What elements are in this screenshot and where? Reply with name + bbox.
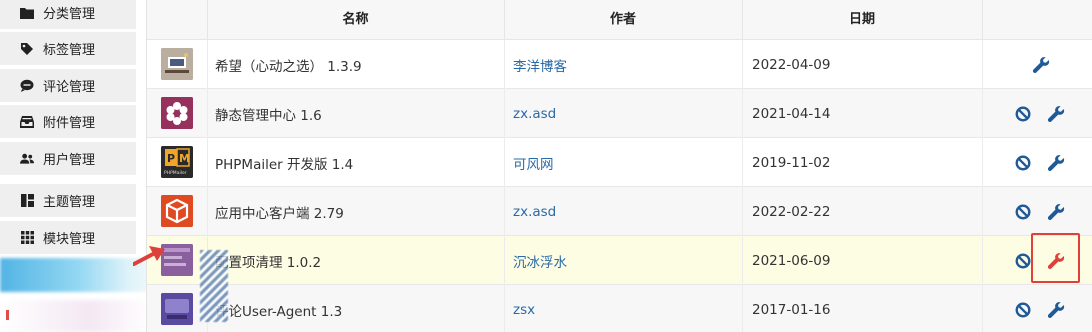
disable-icon[interactable] xyxy=(1014,105,1032,123)
comment-icon xyxy=(20,79,34,93)
blurred-overlay xyxy=(200,250,228,322)
table-row: 希望（心动之选） 1.3.9 李洋博客 2022-04-09 xyxy=(147,40,1092,89)
sidebar-item-label: 模块管理 xyxy=(43,232,96,247)
plugin-author-link[interactable]: zx.asd xyxy=(513,89,556,138)
svg-text:P: P xyxy=(167,152,175,165)
plugin-author-link[interactable]: zx.asd xyxy=(513,187,556,236)
plugin-name: 静态管理中心 1.6 xyxy=(215,107,322,124)
table-row: 静态管理中心 1.6 zx.asd 2021-04-14 xyxy=(147,89,1092,138)
disable-icon[interactable] xyxy=(1014,154,1032,172)
plugin-date: 2017-01-16 xyxy=(752,301,831,318)
folder-icon xyxy=(20,6,34,20)
plugin-date: 2022-02-22 xyxy=(752,203,831,220)
sidebar-item-label: 评论管理 xyxy=(43,80,96,95)
svg-text:M: M xyxy=(179,152,190,165)
thumb-desk-icon xyxy=(161,48,193,80)
table-row: 评论User-Agent 1.3 zsx 2017-01-16 xyxy=(147,285,1092,332)
table-row-highlighted: 配置项清理 1.0.2 沉冰浮水 2021-06-09 xyxy=(147,236,1092,285)
sidebar-item-label: 分类管理 xyxy=(43,7,96,22)
sidebar-item-tags[interactable]: 标签管理 xyxy=(0,32,136,65)
column-divider xyxy=(982,0,983,40)
plugin-author-link[interactable]: 沉冰浮水 xyxy=(513,236,567,285)
users-icon xyxy=(20,152,34,166)
thumb-ua-icon xyxy=(161,293,193,325)
column-header-author[interactable]: 作者 xyxy=(504,0,742,40)
tag-icon xyxy=(20,42,34,56)
table-row: 应用中心客户端 2.79 zx.asd 2022-02-22 xyxy=(147,187,1092,236)
plugin-date: 2021-06-09 xyxy=(752,252,831,269)
sidebar-item-label: 标签管理 xyxy=(43,43,96,58)
theme-icon xyxy=(20,194,34,208)
wrench-icon[interactable] xyxy=(1047,154,1065,172)
highlight-box-annotation xyxy=(1031,233,1080,283)
column-divider xyxy=(982,40,983,332)
sidebar-item-comments[interactable]: 评论管理 xyxy=(0,69,136,102)
column-divider xyxy=(504,40,505,332)
plugin-name: 评论User-Agent 1.3 xyxy=(215,303,343,320)
plugin-date: 2021-04-14 xyxy=(752,105,831,122)
sidebar-item-attachments[interactable]: 附件管理 xyxy=(0,105,136,138)
wrench-icon[interactable] xyxy=(1032,56,1050,74)
plugin-author-link[interactable]: zsx xyxy=(513,285,535,332)
column-header-date[interactable]: 日期 xyxy=(742,0,982,40)
wrench-icon[interactable] xyxy=(1047,105,1065,123)
plugin-author-link[interactable]: 李洋博客 xyxy=(513,40,567,89)
plugin-name: PHPMailer 开发版 1.4 xyxy=(215,156,354,173)
thumb-box-icon xyxy=(161,195,193,227)
table-row: P M PHPMailer PHPMailer 开发版 1.4 可风网 2019-1… xyxy=(147,138,1092,187)
plugin-author-link[interactable]: 可风网 xyxy=(513,138,554,187)
wrench-icon[interactable] xyxy=(1047,301,1065,319)
thumb-phpmailer-icon: P M PHPMailer xyxy=(161,146,193,178)
plugin-name: 应用中心客户端 2.79 xyxy=(215,205,344,222)
sidebar-item-label: 用户管理 xyxy=(43,153,96,168)
plugin-date: 2019-11-02 xyxy=(752,154,831,171)
sidebar-item-themes[interactable]: 主题管理 xyxy=(0,184,136,217)
plugin-name: 配置项清理 1.0.2 xyxy=(215,254,322,271)
column-divider xyxy=(742,40,743,332)
sidebar: 分类管理 标签管理 评论管理 附件管理 用户管理 主题管理 模块管理 xyxy=(0,0,170,332)
column-header-name[interactable]: 名称 xyxy=(207,0,504,40)
disable-icon[interactable] xyxy=(1014,252,1032,270)
plugin-date: 2022-04-09 xyxy=(752,56,831,73)
sidebar-item-label: 主题管理 xyxy=(43,195,96,210)
thumb-hexagon-icon xyxy=(161,97,193,129)
disable-icon[interactable] xyxy=(1014,203,1032,221)
red-arrow-annotation xyxy=(133,246,165,266)
blurred-overlay xyxy=(6,310,9,320)
sidebar-item-users[interactable]: 用户管理 xyxy=(0,142,136,175)
wrench-icon[interactable] xyxy=(1047,203,1065,221)
plugin-name: 希望（心动之选） 1.3.9 xyxy=(215,58,362,75)
grid-icon xyxy=(20,231,34,245)
disable-icon[interactable] xyxy=(1014,301,1032,319)
sidebar-item-label: 附件管理 xyxy=(43,116,96,131)
sidebar-item-categories[interactable]: 分类管理 xyxy=(0,0,136,29)
thumb-text: PHPMailer xyxy=(164,170,187,176)
inbox-icon xyxy=(20,115,34,129)
blurred-overlay xyxy=(0,300,150,332)
table-header: 名称 作者 日期 xyxy=(147,0,1092,40)
sidebar-item-modules[interactable]: 模块管理 xyxy=(0,221,136,254)
